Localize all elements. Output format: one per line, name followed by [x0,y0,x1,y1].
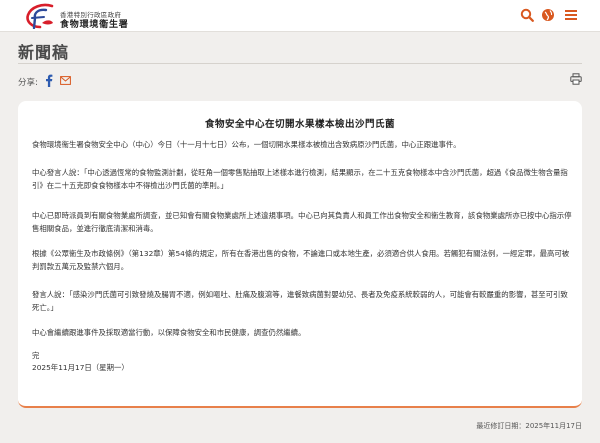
search-icon[interactable] [520,8,534,22]
article-paragraph: 中心已即時派員到有關食物業處所調查，並已知會有關食物業處所上述違規事項。中心已向… [32,211,572,233]
email-icon[interactable] [60,76,71,85]
site-header: 香港特別行政區政府 食物環境衞生署 [0,0,600,32]
menu-icon[interactable] [564,8,578,22]
department-name: 食物環境衞生署 [60,20,129,30]
share-label: 分享: [18,78,38,88]
article-title: 食物安全中心在切開水果樣本檢出沙門氏菌 [204,119,395,130]
last-revised-date: 最近修訂日期：2025年11月17日 [476,422,582,430]
article-paragraph: 中心發言人說：「中心透過恆常的食物監測計劃，從旺角一個零售點抽取上述樣本進行檢測… [32,168,568,190]
title-divider [18,63,582,64]
article-date: 2025年11月17日（星期一） [32,363,129,372]
article-paragraph: 發言人說：「感染沙門氏菌可引致發燒及腸胃不適，例如嘔吐、肚痛及腹瀉等，進餐致病菌… [32,290,568,312]
article-end-mark: 完 [32,351,40,360]
page-title: 新聞稿 [18,43,70,62]
article-paragraph: 根據《公眾衞生及市政條例》（第132章）第54條的規定，所有在香港出售的食物，不… [32,249,570,271]
article-paragraph: 中心會繼續跟進事件及採取適當行動，以保障食物安全和市民健康，調查仍然繼續。 [32,328,306,337]
fehd-logo[interactable] [22,3,58,29]
globe-icon[interactable] [541,8,555,22]
facebook-icon[interactable] [45,74,53,87]
print-icon[interactable] [570,73,582,85]
article-paragraph: 食物環境衞生署食物安全中心（中心）今日（十一月十七日）公布，一個切開水果樣本被檢… [32,140,461,149]
